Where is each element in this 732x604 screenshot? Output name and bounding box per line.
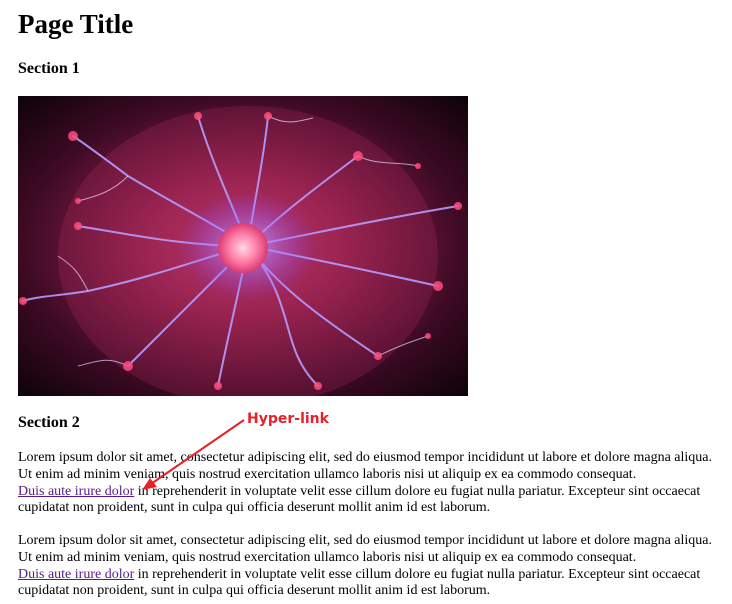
duis-hyperlink[interactable]: Duis aute irure dolor	[18, 567, 134, 582]
paragraph-text: Lorem ipsum dolor sit amet, consectetur …	[18, 450, 712, 482]
page-title: Page Title	[18, 9, 134, 39]
paragraph-text: Lorem ipsum dolor sit amet, consectetur …	[18, 533, 712, 565]
paragraph-1: Lorem ipsum dolor sit amet, consectetur …	[18, 450, 724, 517]
section-1-heading: Section 1	[18, 60, 80, 77]
hyperlink-annotation-label: Hyper-link	[247, 411, 329, 427]
duis-hyperlink[interactable]: Duis aute irure dolor	[18, 484, 134, 499]
plasma-ball-image	[18, 96, 468, 396]
paragraph-2: Lorem ipsum dolor sit amet, consectetur …	[18, 533, 724, 600]
section-2-heading: Section 2	[18, 414, 80, 431]
